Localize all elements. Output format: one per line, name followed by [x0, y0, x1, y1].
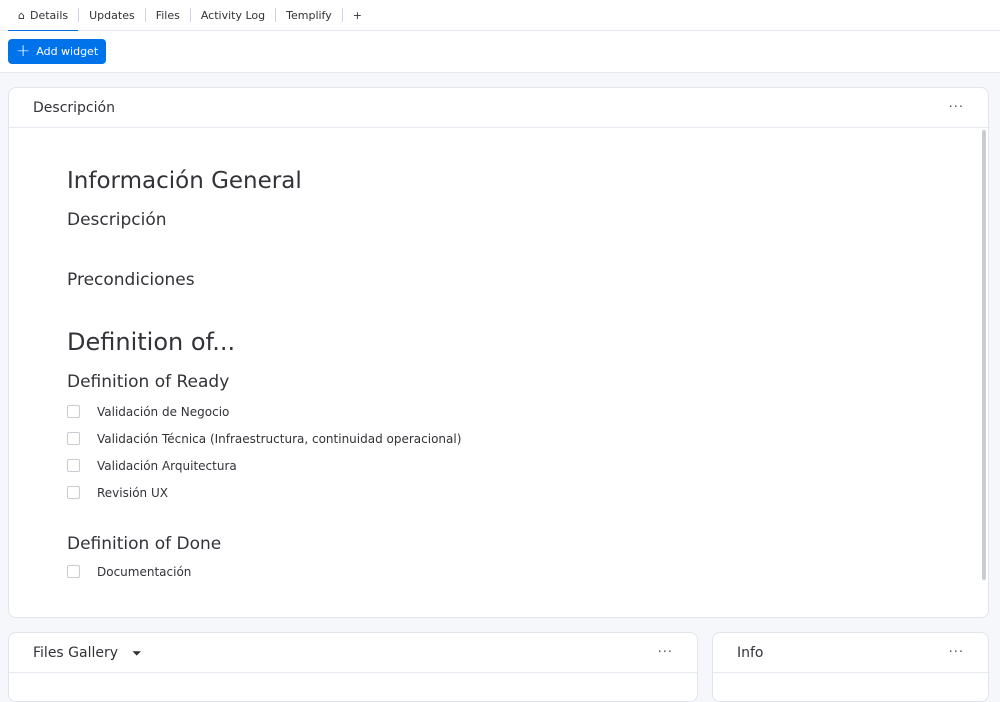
heading: Información General — [67, 168, 302, 194]
checklist-item: Validación Técnica (Infraestructura, con… — [67, 425, 930, 452]
checklist-item: Validación Arquitectura — [67, 452, 930, 479]
plus-icon: + — [16, 41, 31, 61]
home-icon: ⌂ — [18, 8, 25, 22]
checklist-item: Revisión UX — [67, 479, 930, 506]
tab-activity-log[interactable]: Activity Log — [191, 0, 275, 31]
description-content[interactable]: Información General Descripción Precondi… — [9, 168, 988, 585]
checkbox[interactable] — [67, 405, 80, 418]
widget-title: Info — [737, 644, 764, 661]
more-menu-icon[interactable]: ··· — [949, 100, 964, 115]
more-menu-icon[interactable]: ··· — [658, 645, 673, 660]
checkbox[interactable] — [67, 565, 80, 578]
tab-templify[interactable]: Templify — [276, 0, 342, 31]
checkbox[interactable] — [67, 486, 80, 499]
description-widget: Descripción ··· Información General Descr… — [8, 87, 989, 618]
checkbox[interactable] — [67, 459, 80, 472]
heading: Descripción — [67, 210, 167, 230]
tab-files[interactable]: Files — [146, 0, 190, 31]
tab-details[interactable]: ⌂ Details — [8, 0, 79, 32]
more-menu-icon[interactable]: ··· — [949, 645, 964, 660]
checkbox[interactable] — [67, 432, 80, 445]
files-gallery-widget: Files Gallery ⏷ ··· — [8, 632, 698, 702]
widget-title: Descripción — [33, 99, 115, 116]
filter-icon[interactable]: ⏷ — [132, 646, 142, 660]
heading: Definition of Ready — [67, 372, 230, 392]
heading: Definition of Done — [67, 534, 222, 554]
toolbar: + Add widget — [0, 31, 1000, 73]
add-widget-button[interactable]: + Add widget — [8, 39, 106, 64]
heading: Precondiciones — [67, 270, 195, 290]
tab-updates[interactable]: Updates — [79, 0, 145, 31]
checklist-item: Validación de Negocio — [67, 398, 930, 425]
heading: Definition of... — [67, 328, 236, 356]
checklist-item: Documentación — [67, 558, 930, 585]
add-tab-button[interactable]: + — [343, 0, 372, 31]
tab-bar: ⌂ Details Updates Files Activity Log Temp… — [0, 0, 1000, 32]
widget-title: Files Gallery — [33, 644, 119, 661]
info-widget: Info ··· — [712, 632, 989, 702]
